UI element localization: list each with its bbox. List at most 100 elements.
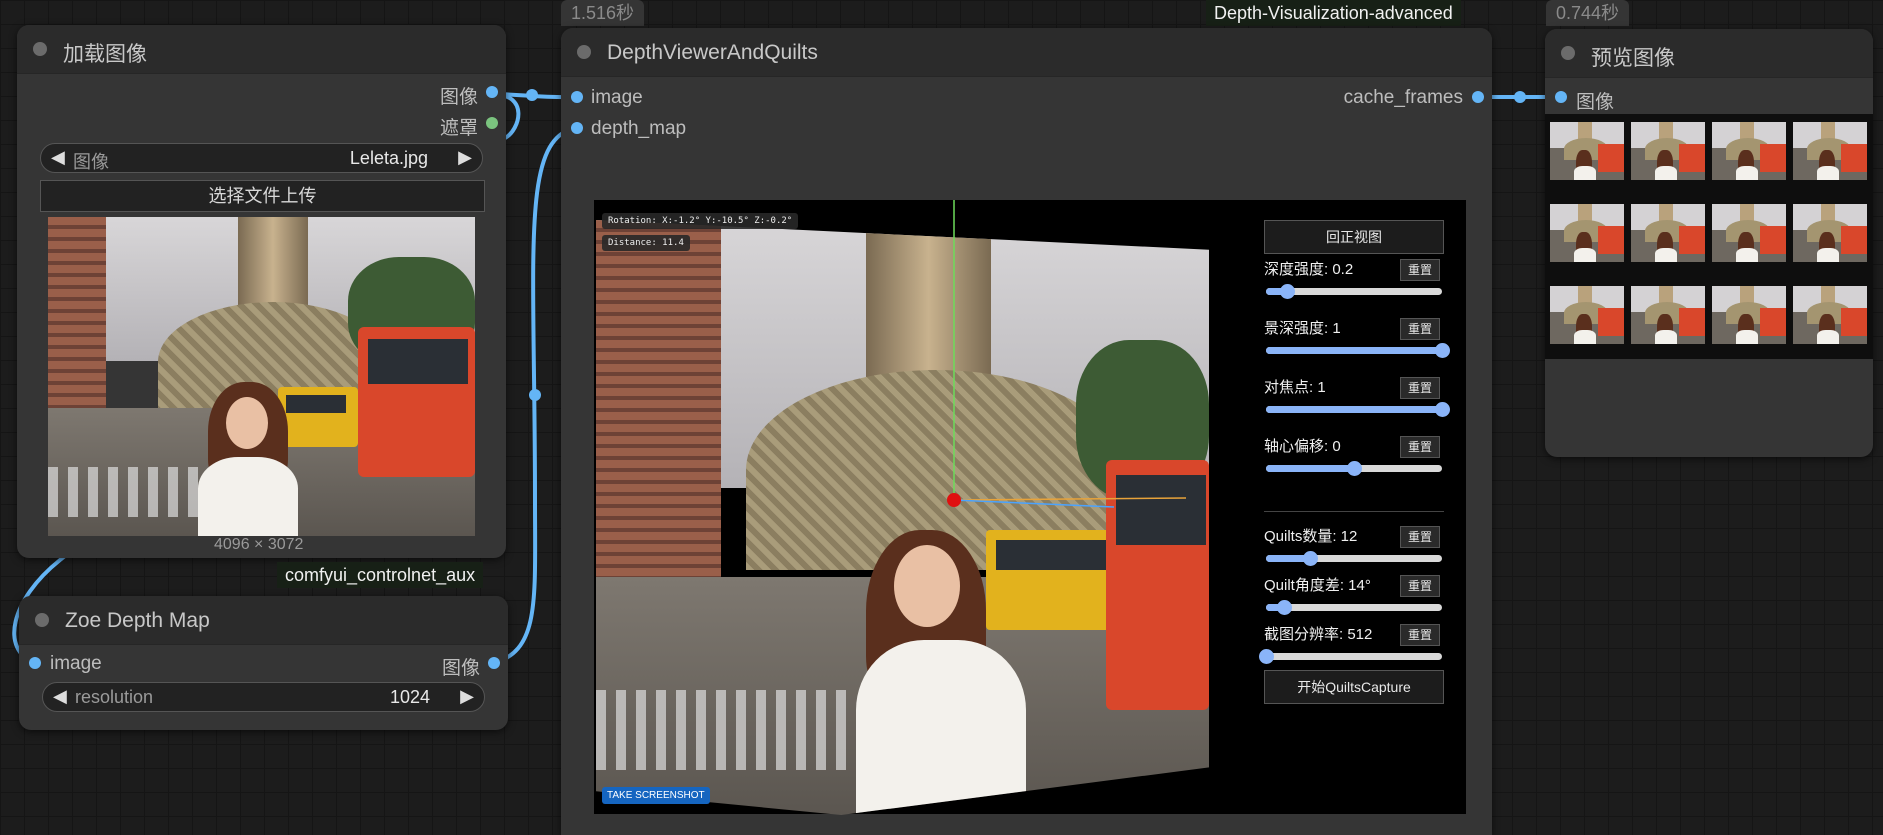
link-midpoint — [1514, 91, 1526, 103]
node-canvas[interactable]: 加载图像 图像 遮罩 ◀ 图像 Leleta.jpg ▶ 选择文件上传 4096… — [0, 0, 1883, 835]
image-preview — [48, 217, 475, 536]
load-image-node[interactable]: 加载图像 图像 遮罩 ◀ 图像 Leleta.jpg ▶ 选择文件上传 4096… — [17, 25, 506, 558]
image-dimensions: 4096 × 3072 — [214, 536, 304, 553]
control-label: 深度强度: 0.2 — [1264, 261, 1354, 278]
node-title: DepthViewerAndQuilts — [607, 41, 818, 64]
combo-value: Leleta.jpg — [349, 148, 428, 168]
preview-grid — [1545, 114, 1873, 359]
zoe-depth-node[interactable]: Zoe Depth Map image 图像 ◀ resolution 1024… — [19, 596, 508, 730]
reset-view-button[interactable]: 回正视图 — [1264, 220, 1444, 254]
control-slider[interactable] — [1266, 461, 1442, 476]
slider-thumb[interactable] — [1276, 600, 1292, 615]
execution-time: 0.744秒 — [1546, 0, 1630, 26]
control-slider[interactable] — [1266, 343, 1450, 358]
control-reset-button[interactable]: 重置 — [1400, 575, 1440, 597]
control-label: Quilt角度差: 14° — [1264, 577, 1371, 594]
upload-button[interactable]: 选择文件上传 — [40, 180, 485, 212]
quilt-thumbnail[interactable] — [1631, 286, 1705, 344]
quilt-thumbnail[interactable] — [1631, 204, 1705, 262]
control-reset-button[interactable]: 重置 — [1400, 526, 1440, 548]
collapse-dot[interactable] — [35, 613, 49, 627]
output-label-mask: 遮罩 — [439, 118, 478, 139]
input-slot-image[interactable] — [571, 91, 583, 103]
control-slider[interactable] — [1266, 551, 1442, 566]
quilt-thumbnail[interactable] — [1550, 122, 1624, 180]
output-slot-image[interactable] — [486, 86, 498, 98]
quilt-thumbnail[interactable] — [1550, 286, 1624, 344]
input-slot-image[interactable] — [1555, 91, 1567, 103]
resolution-value: 1024 — [389, 687, 430, 707]
group-badge: Depth-Visualization-advanced — [1206, 0, 1461, 26]
resolution-decrement[interactable]: ◀ — [53, 686, 67, 707]
output-label-image: 图像 — [439, 87, 478, 108]
slider-thumb[interactable] — [1303, 551, 1318, 566]
node-title-bar[interactable]: Zoe Depth Map — [19, 596, 508, 645]
input-label-depth-map: depth_map — [591, 118, 687, 139]
control-reset-button[interactable]: 重置 — [1400, 377, 1440, 399]
control-label: Quilts数量: 12 — [1264, 528, 1358, 545]
controls-divider — [1264, 511, 1444, 512]
combo-label: 图像 — [73, 152, 109, 172]
depth-viewer-node[interactable]: DepthViewerAndQuilts image depth_map cac… — [561, 28, 1492, 835]
node-title: 预览图像 — [1591, 47, 1675, 70]
quilt-thumbnail[interactable] — [1631, 122, 1705, 180]
link-midpoint — [526, 89, 538, 101]
slider-fill — [1266, 406, 1442, 413]
slider-thumb[interactable] — [1259, 649, 1274, 664]
control-slider[interactable] — [1266, 284, 1442, 299]
combo-right-arrow[interactable]: ▶ — [458, 147, 472, 168]
control-label: 截图分辨率: 512 — [1264, 626, 1373, 643]
quilt-thumbnail[interactable] — [1712, 286, 1786, 344]
quilts-capture-button[interactable]: 开始QuiltsCapture — [1264, 670, 1444, 704]
control-slider[interactable] — [1259, 649, 1442, 664]
resolution-increment[interactable]: ▶ — [460, 686, 474, 707]
quilt-thumbnail[interactable] — [1712, 204, 1786, 262]
collapse-dot[interactable] — [577, 45, 591, 59]
node-title-bar[interactable]: 预览图像 — [1545, 29, 1873, 78]
control-slider[interactable] — [1266, 600, 1442, 615]
collapse-dot[interactable] — [1561, 46, 1575, 60]
slider-thumb[interactable] — [1435, 343, 1450, 358]
rotation-readout: Rotation: X:-1.2° Y:-10.5° Z:-0.2° — [602, 213, 799, 229]
quilt-thumbnail[interactable] — [1793, 122, 1867, 180]
combo-left-arrow[interactable]: ◀ — [51, 147, 65, 168]
node-title-bar[interactable]: 加载图像 — [17, 25, 506, 74]
node-title: Zoe Depth Map — [65, 609, 210, 632]
output-label-cache-frames: cache_frames — [1343, 87, 1463, 108]
execution-time: 1.516秒 — [561, 0, 645, 26]
take-screenshot-button[interactable]: TAKE SCREENSHOT — [602, 787, 710, 804]
preview-image-node[interactable]: 预览图像 图像 — [1545, 29, 1873, 457]
quilt-thumbnail[interactable] — [1550, 204, 1624, 262]
depth-viewer-canvas[interactable]: Rotation: X:-1.2° Y:-10.5° Z:-0.2° Dista… — [594, 200, 1466, 815]
resolution-widget[interactable]: ◀ resolution 1024 ▶ — [42, 682, 485, 712]
control-reset-button[interactable]: 重置 — [1400, 436, 1440, 458]
input-slot-depth-map[interactable] — [571, 122, 583, 134]
control-reset-button[interactable]: 重置 — [1400, 259, 1440, 281]
output-slot-mask[interactable] — [486, 117, 498, 129]
resolution-label: resolution — [75, 687, 154, 707]
input-label-image: 图像 — [1576, 92, 1615, 113]
output-slot-cache-frames[interactable] — [1472, 91, 1484, 103]
control-label: 对焦点: 1 — [1264, 379, 1326, 396]
output-slot-image[interactable] — [488, 657, 500, 669]
slider-thumb[interactable] — [1347, 461, 1362, 476]
control-slider[interactable] — [1266, 402, 1450, 417]
node-title-bar[interactable]: DepthViewerAndQuilts — [561, 28, 1492, 77]
image-combo-widget[interactable]: ◀ 图像 Leleta.jpg ▶ — [40, 143, 483, 173]
group-badge: comfyui_controlnet_aux — [277, 562, 484, 588]
link-midpoint — [529, 389, 541, 401]
output-label-image: 图像 — [441, 658, 480, 679]
input-slot-image[interactable] — [29, 657, 41, 669]
quilt-thumbnail[interactable] — [1712, 122, 1786, 180]
quilt-thumbnail[interactable] — [1793, 286, 1867, 344]
quilt-thumbnail[interactable] — [1793, 204, 1867, 262]
distance-readout: Distance: 11.4 — [602, 235, 690, 251]
control-reset-button[interactable]: 重置 — [1400, 624, 1440, 646]
slider-fill — [1266, 465, 1354, 472]
collapse-dot[interactable] — [33, 42, 47, 56]
control-label: 轴心偏移: 0 — [1264, 438, 1341, 455]
control-reset-button[interactable]: 重置 — [1400, 318, 1440, 340]
input-label-image: image — [591, 87, 643, 108]
slider-thumb[interactable] — [1435, 402, 1450, 417]
slider-fill — [1266, 347, 1442, 354]
